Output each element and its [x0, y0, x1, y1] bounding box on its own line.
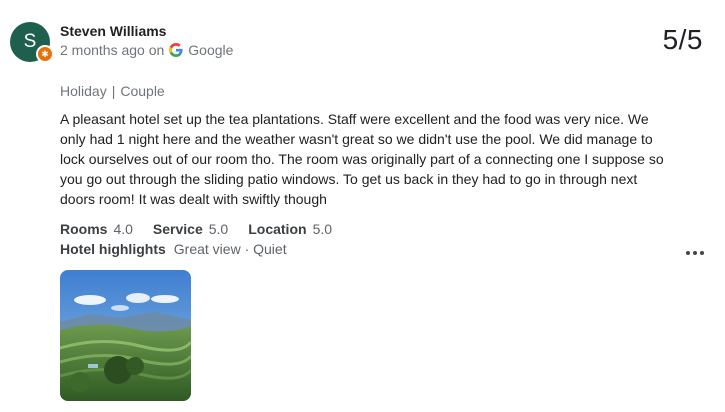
more-options-icon[interactable] [686, 243, 704, 263]
review-source: Google [188, 42, 234, 58]
review-photo[interactable] [60, 270, 191, 401]
rating-value: 4.0 [113, 221, 133, 237]
rating-location: Location 5.0 [248, 221, 332, 237]
review-meta: 2 months ago on Google [60, 42, 233, 58]
rating-label: Location [248, 221, 307, 237]
rating-value: 5.0 [208, 221, 229, 237]
local-guide-badge-icon: ✱ [36, 45, 54, 63]
rating-label: Service [152, 221, 203, 237]
avatar-initial: S [23, 31, 37, 52]
trip-info: Holiday | Couple [60, 83, 165, 99]
rating-rooms: Rooms 4.0 [60, 221, 133, 237]
review-score: 5/5 [662, 24, 703, 55]
avatar[interactable]: S ✱ [10, 22, 54, 63]
highlights-value: Great view · Quiet [173, 241, 287, 257]
review-text: A pleasant hotel set up the tea plantati… [60, 111, 664, 207]
trip-separator: | [111, 83, 116, 99]
sub-ratings: Rooms 4.0 Service 5.0 Location 5.0 [60, 221, 332, 237]
highlights-label: Hotel highlights [60, 241, 166, 257]
review-time: 2 months ago on [60, 42, 165, 58]
trip-type: Holiday [60, 83, 107, 99]
trip-group: Couple [120, 83, 165, 99]
rating-label: Rooms [60, 221, 108, 237]
google-g-icon [169, 43, 183, 57]
rating-value: 5.0 [312, 221, 333, 237]
reviewer-name[interactable]: Steven Williams [60, 23, 166, 39]
hotel-highlights: Hotel highlights Great view · Quiet [60, 241, 287, 257]
rating-service: Service 5.0 [153, 221, 228, 237]
